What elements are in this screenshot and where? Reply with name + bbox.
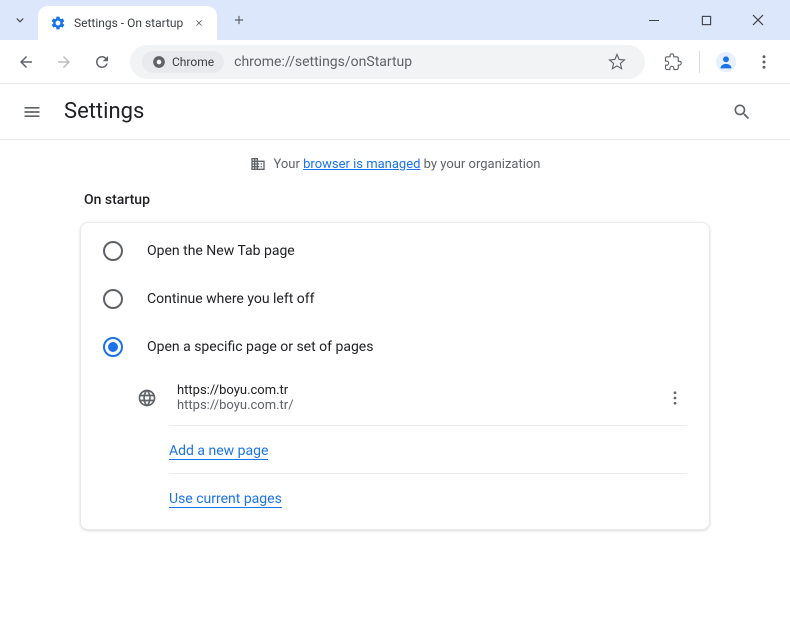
bookmark-button[interactable] — [601, 46, 633, 78]
radio-label: Continue where you left off — [147, 291, 315, 307]
plus-icon — [232, 13, 246, 27]
search-icon — [732, 102, 752, 122]
reload-button[interactable] — [86, 46, 118, 78]
extensions-button[interactable] — [657, 46, 689, 78]
page-more-button[interactable] — [663, 386, 687, 410]
chrome-menu-button[interactable] — [748, 46, 780, 78]
hamburger-icon — [22, 102, 42, 122]
omnibox-url: chrome://settings/onStartup — [234, 54, 412, 70]
close-icon — [194, 18, 204, 28]
close-icon — [752, 14, 764, 26]
radio-button — [103, 289, 123, 309]
minimize-button[interactable] — [634, 4, 674, 36]
tab-title: Settings - On startup — [74, 16, 183, 30]
menu-button[interactable] — [20, 100, 44, 124]
on-startup-section: On startup Open the New Tab page Continu… — [0, 192, 790, 530]
section-title: On startup — [84, 192, 710, 208]
settings-gear-icon — [50, 15, 66, 31]
radio-button — [103, 241, 123, 261]
radio-label: Open the New Tab page — [147, 243, 295, 259]
radio-open-new-tab[interactable]: Open the New Tab page — [81, 227, 709, 275]
globe-icon — [137, 388, 157, 408]
new-tab-button[interactable] — [225, 6, 253, 34]
radio-specific-pages[interactable]: Open a specific page or set of pages — [81, 323, 709, 371]
organization-icon — [250, 156, 266, 172]
puzzle-icon — [664, 53, 682, 71]
add-page-row: Add a new page — [81, 426, 709, 473]
managed-banner: Your browser is managed by your organiza… — [0, 140, 790, 192]
add-page-link[interactable]: Add a new page — [169, 443, 268, 460]
address-bar[interactable]: Chrome chrome://settings/onStartup — [130, 45, 645, 79]
settings-header: Settings — [0, 84, 790, 140]
browser-tab[interactable]: Settings - On startup — [38, 6, 217, 40]
managed-prefix: Your — [274, 157, 304, 172]
more-vertical-icon — [755, 53, 773, 71]
arrow-left-icon — [17, 53, 35, 71]
forward-button[interactable] — [48, 46, 80, 78]
arrow-right-icon — [55, 53, 73, 71]
radio-button-selected — [103, 337, 123, 357]
page-url: https://boyu.com.tr/ — [177, 398, 643, 413]
site-chip-label: Chrome — [172, 55, 214, 69]
back-button[interactable] — [10, 46, 42, 78]
profile-button[interactable] — [710, 46, 742, 78]
page-name: https://boyu.com.tr — [177, 383, 643, 398]
avatar-icon — [715, 51, 737, 73]
managed-suffix: by your organization — [420, 157, 540, 172]
startup-page-row: https://boyu.com.tr https://boyu.com.tr/ — [81, 371, 709, 425]
minimize-icon — [648, 14, 660, 26]
browser-toolbar: Chrome chrome://settings/onStartup — [0, 40, 790, 84]
chevron-down-icon — [13, 13, 27, 27]
close-window-button[interactable] — [738, 4, 778, 36]
reload-icon — [93, 53, 111, 71]
maximize-button[interactable] — [686, 4, 726, 36]
tab-search-dropdown[interactable] — [8, 8, 32, 32]
site-chip[interactable]: Chrome — [142, 51, 224, 73]
radio-label: Open a specific page or set of pages — [147, 339, 373, 355]
page-title: Settings — [64, 99, 144, 124]
star-icon — [608, 53, 626, 71]
settings-card: Open the New Tab page Continue where you… — [80, 222, 710, 530]
radio-continue-left-off[interactable]: Continue where you left off — [81, 275, 709, 323]
more-vertical-icon — [666, 389, 684, 407]
tab-close-button[interactable] — [191, 15, 207, 31]
chrome-icon — [152, 55, 166, 69]
managed-link[interactable]: browser is managed — [303, 157, 420, 172]
maximize-icon — [701, 15, 712, 26]
search-settings-button[interactable] — [730, 100, 754, 124]
use-current-row: Use current pages — [81, 474, 709, 521]
use-current-link[interactable]: Use current pages — [169, 491, 282, 508]
window-controls — [634, 4, 778, 36]
browser-titlebar: Settings - On startup — [0, 0, 790, 40]
page-info: https://boyu.com.tr https://boyu.com.tr/ — [177, 383, 643, 413]
